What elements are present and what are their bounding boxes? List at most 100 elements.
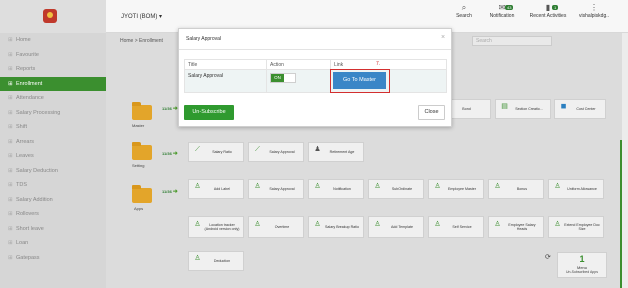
sidebar-item-label: Arrears bbox=[16, 138, 35, 145]
row-count: 11/36 bbox=[162, 189, 172, 194]
notification-badge: 43 bbox=[505, 5, 514, 10]
card-label: Salary Approval bbox=[269, 149, 295, 154]
sidebar-item-home[interactable]: ⊞ Home bbox=[0, 33, 106, 48]
bullet-icon: ⊞ bbox=[8, 37, 13, 43]
app-card-salary-ratio[interactable]: ⟋ Salary Ratio bbox=[188, 142, 244, 162]
nav-recent-activities[interactable]: ▮ 1 Recent Activities bbox=[522, 3, 574, 19]
row-arrow-setting[interactable]: 11/36➜ bbox=[162, 150, 178, 157]
app-card-section-creation[interactable]: ▤ Section Creatio... bbox=[495, 99, 551, 119]
sidebar-item-rollovers[interactable]: ⊞ Rollovers bbox=[0, 207, 106, 222]
app-card-salary-approval-setting[interactable]: ⟋ Salary Approval bbox=[248, 142, 304, 162]
row-count: 11/36 bbox=[162, 151, 172, 156]
col-action: Action bbox=[266, 59, 331, 70]
go-to-master-button[interactable]: Go To Master bbox=[333, 72, 386, 89]
bullet-icon: ⊞ bbox=[8, 51, 13, 58]
modal-title: Salary Approval bbox=[186, 36, 222, 42]
app-card-location-tracker[interactable]: ♙ Location tracker (Android version only) bbox=[188, 216, 244, 238]
row-arrow-master[interactable]: 11/36➜ bbox=[162, 105, 178, 112]
card-label: Employee Salary Heads bbox=[508, 222, 536, 232]
bullet-icon: ⊞ bbox=[8, 211, 13, 217]
menu-card-unsubscribed-apps[interactable]: 1 Menu Un-Subscribed Apps bbox=[557, 252, 607, 278]
activity-badge: 1 bbox=[552, 5, 559, 10]
sidebar-item-reports[interactable]: ⊞ Reports bbox=[0, 62, 106, 77]
bullet-icon: ⊞ bbox=[8, 167, 13, 174]
nav-user[interactable]: ⋮ vishalpiskdg.. bbox=[568, 3, 620, 19]
sidebar-item-gatepass[interactable]: ⊞ Gatepass bbox=[0, 251, 106, 266]
sidebar-item-leaves[interactable]: ⊞ Leaves bbox=[0, 149, 106, 164]
modal-table: Title Action Link Salary Approval ON bbox=[184, 59, 447, 93]
nav-notification[interactable]: ✉ 43 Notification bbox=[476, 3, 528, 19]
sidebar-item-salary-addition[interactable]: ⊞ Salary Addition bbox=[0, 193, 106, 208]
org-selector[interactable]: JYOTI (BOM) ▾ bbox=[121, 13, 162, 20]
sidebar-item-label: Attendance bbox=[16, 95, 44, 101]
bullet-icon: ⊞ bbox=[8, 66, 13, 72]
app-card-add-template[interactable]: ♙ Add Template bbox=[368, 216, 424, 238]
card-label: Add Label bbox=[213, 186, 231, 191]
folder-icon[interactable] bbox=[132, 185, 152, 203]
app-card-uniform-allowance[interactable]: ♙ Uniform Allowance bbox=[548, 179, 604, 199]
sidebar-item-label: Favourite bbox=[16, 51, 39, 58]
folder-icon[interactable] bbox=[132, 102, 152, 120]
person-icon: ♙ bbox=[194, 182, 201, 190]
app-card-add-label[interactable]: ♙ Add Label bbox=[188, 179, 244, 199]
close-icon[interactable]: × bbox=[441, 34, 445, 41]
folder-icon[interactable] bbox=[132, 142, 152, 160]
person-icon: ♙ bbox=[374, 182, 381, 190]
sidebar-item-short-leave[interactable]: ⊞ Short leave bbox=[0, 222, 106, 237]
unsubscribe-button[interactable]: Un-Subscribe bbox=[184, 105, 234, 120]
nav-notification-label: Notification bbox=[489, 13, 515, 19]
card-label: Retirement Age bbox=[329, 149, 355, 154]
sidebar-item-loan[interactable]: ⊞ Loan bbox=[0, 236, 106, 251]
card-label: Cost Center bbox=[576, 106, 596, 111]
company-logo bbox=[43, 9, 57, 23]
subscription-toggle[interactable]: ON bbox=[270, 73, 296, 83]
sidebar-item-enrollment[interactable]: ⊞ Enrollment bbox=[0, 76, 106, 91]
sidebar-item-arrears[interactable]: ⊞ Arrears bbox=[0, 135, 106, 150]
sidebar-item-shift[interactable]: ⊞ Shift bbox=[0, 120, 106, 135]
sidebar-item-salary-deduction[interactable]: ⊞ Salary Deduction bbox=[0, 164, 106, 179]
menu-count: 1 bbox=[579, 254, 585, 264]
row-title: Salary Approval bbox=[184, 69, 267, 93]
card-label: SubOrdinate bbox=[391, 186, 413, 191]
card-label: Salary Breakup Ratio bbox=[325, 224, 359, 229]
nav-search-label: Search bbox=[456, 13, 472, 19]
sidebar-item-attendance[interactable]: ⊞ Attendance bbox=[0, 91, 106, 106]
user-name: vishalpiskdg.. bbox=[578, 13, 609, 19]
envelope-icon: ✉ bbox=[498, 3, 506, 12]
person-icon: ♙ bbox=[194, 254, 201, 262]
person-icon: ♙ bbox=[494, 220, 501, 228]
app-card-notification[interactable]: ♙ Notification bbox=[308, 179, 364, 199]
app-card-salary-approval[interactable]: ♙ Salary Approval bbox=[248, 179, 304, 199]
app-card-deduction[interactable]: ♙ Deduction bbox=[188, 251, 244, 271]
breadcrumb[interactable]: Home > Enrollment bbox=[120, 38, 163, 44]
app-card-extend-employee-doc-size[interactable]: ♙ Extend Employee Doc Size bbox=[548, 216, 604, 238]
search-input[interactable]: Search bbox=[472, 36, 552, 46]
sidebar-item-label: Loan bbox=[16, 240, 29, 246]
sidebar-item-label: Leaves bbox=[16, 153, 34, 159]
modal-divider bbox=[179, 49, 451, 50]
refresh-icon[interactable]: ⟳ bbox=[545, 253, 551, 261]
app-card-subordinate[interactable]: ♙ SubOrdinate bbox=[368, 179, 424, 199]
close-button[interactable]: Close bbox=[418, 105, 445, 120]
app-card-cost-center[interactable]: ◼ Cost Center bbox=[554, 99, 606, 119]
sidebar-item-tds[interactable]: ⊞ TDS bbox=[0, 178, 106, 193]
app-card-employee-salary-heads[interactable]: ♙ Employee Salary Heads bbox=[488, 216, 544, 238]
annotation-number: 7. bbox=[376, 61, 381, 67]
app-card-bonus[interactable]: ♙ Bonus bbox=[488, 179, 544, 199]
app-card-self-service[interactable]: ♙ Self Service bbox=[428, 216, 484, 238]
cost-center-icon: ◼ bbox=[560, 102, 567, 110]
app-card-retirement-age[interactable]: ♟ Retirement Age bbox=[308, 142, 364, 162]
sidebar-item-favourite[interactable]: ⊞ Favourite bbox=[0, 48, 106, 63]
person-icon: ♙ bbox=[254, 220, 261, 228]
bullet-icon: ⊞ bbox=[8, 182, 13, 188]
sidebar-item-label: Salary Addition bbox=[16, 196, 53, 203]
scrollbar[interactable] bbox=[622, 33, 628, 288]
app-card-employee-master[interactable]: ♙ Employee Master bbox=[428, 179, 484, 199]
row-arrow-apps[interactable]: 11/36➜ bbox=[162, 188, 178, 195]
app-card-salary-breakup-ratio[interactable]: ♙ Salary Breakup Ratio bbox=[308, 216, 364, 238]
app-card-overtime[interactable]: ♙ Overtime bbox=[248, 216, 304, 238]
sidebar-item-label: Rollovers bbox=[16, 211, 39, 217]
row-action: ON bbox=[266, 69, 331, 93]
sidebar-item-salary-processing[interactable]: ⊞ Salary Processing bbox=[0, 106, 106, 121]
logo-area[interactable] bbox=[0, 0, 106, 33]
